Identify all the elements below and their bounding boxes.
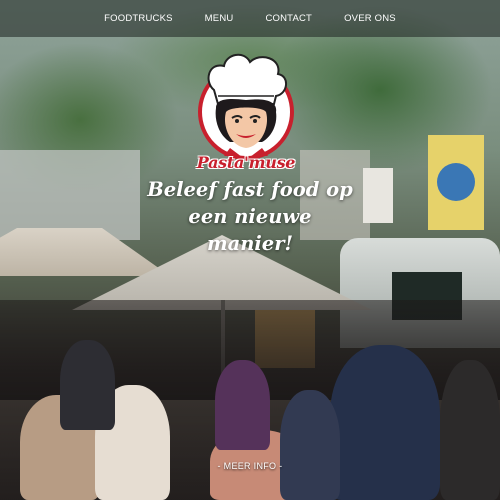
tagline-line: Beleef fast food op <box>147 178 353 201</box>
nav-item-over-ons[interactable]: OVER ONS <box>328 0 412 37</box>
person <box>280 390 340 500</box>
nav-item-foodtrucks[interactable]: FOODTRUCKS <box>88 0 189 37</box>
main-navigation: FOODTRUCKS MENU CONTACT OVER ONS <box>0 0 500 37</box>
nav-item-menu[interactable]: MENU <box>189 0 250 37</box>
person <box>330 345 440 500</box>
tagline-line: een nieuwe <box>188 205 312 228</box>
person <box>440 360 500 500</box>
tagline-line: manier! <box>206 232 294 255</box>
person <box>215 360 270 450</box>
hero-tagline: Beleef fast food op een nieuwe manier! <box>120 176 380 257</box>
nav-item-contact[interactable]: CONTACT <box>249 0 328 37</box>
background-building <box>0 150 140 240</box>
more-info-link[interactable]: - MEER INFO - <box>200 461 300 471</box>
brand-wordmark[interactable]: Pasta'muse <box>184 153 308 172</box>
person <box>60 340 115 430</box>
festival-banner <box>428 135 484 230</box>
